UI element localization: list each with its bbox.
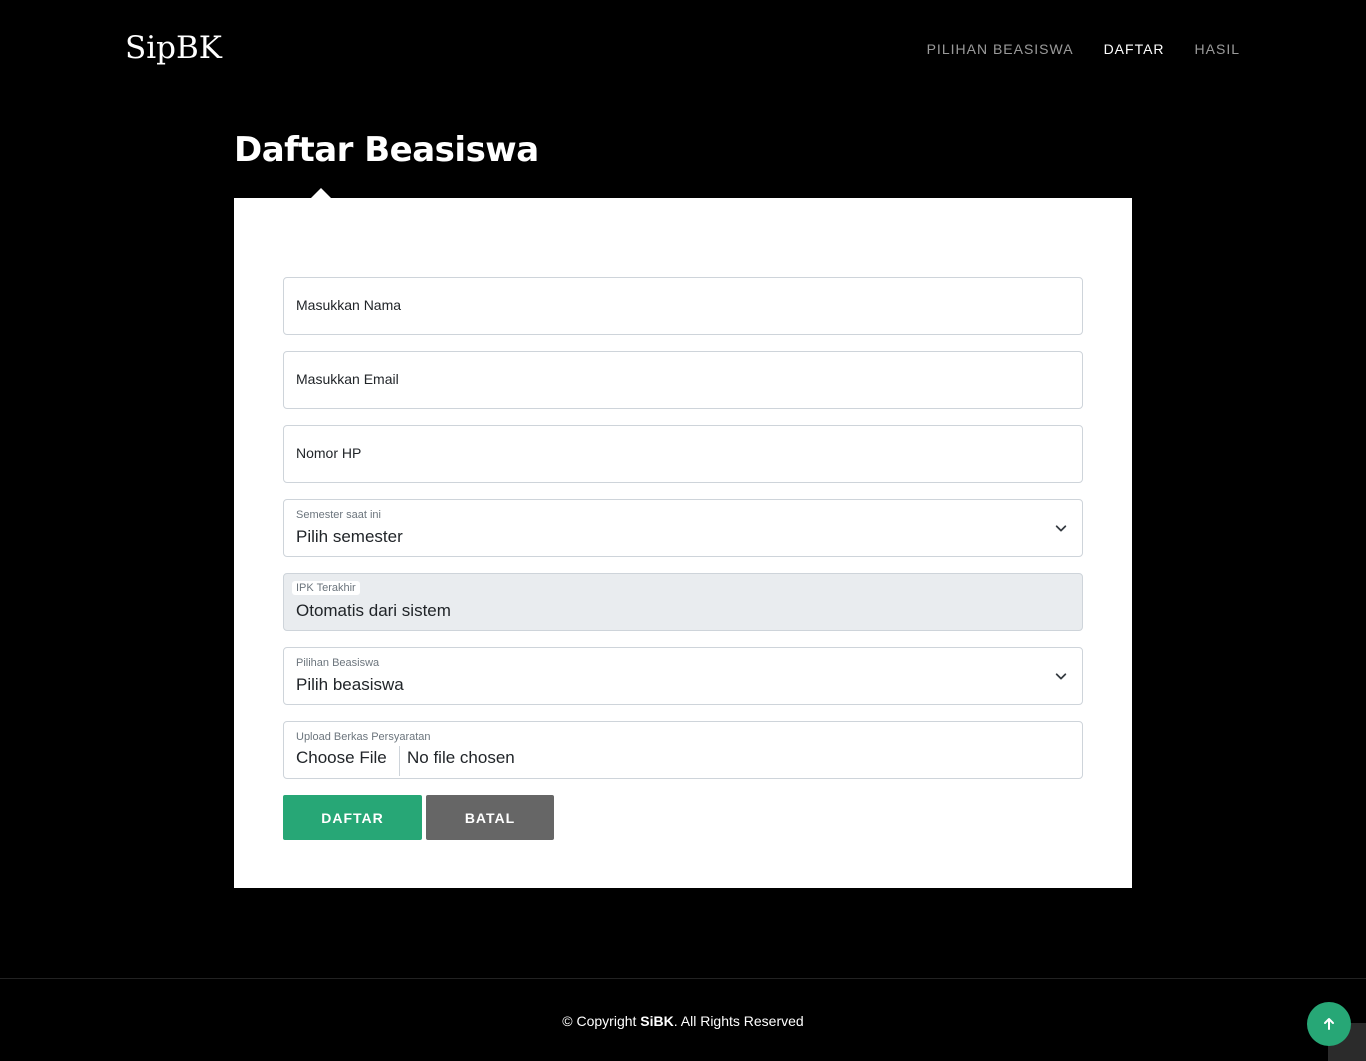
name-placeholder: Masukkan Nama <box>296 297 402 313</box>
scholarship-label: Pilihan Beasiswa <box>296 657 380 669</box>
nav-item-daftar[interactable]: DAFTAR <box>1104 41 1165 57</box>
chevron-down-icon <box>1055 525 1067 532</box>
copyright-suffix: . All Rights Reserved <box>673 1013 804 1029</box>
email-placeholder: Masukkan Email <box>296 371 399 387</box>
semester-value: Pilih semester <box>296 527 403 546</box>
ipk-label: IPK Terakhir <box>292 581 360 595</box>
semester-label: Semester saat ini <box>296 509 381 521</box>
page-title: Daftar Beasiswa <box>234 130 539 170</box>
copyright-prefix: © Copyright <box>562 1013 641 1029</box>
phone-field[interactable]: Nomor HP <box>283 425 1083 483</box>
semester-select[interactable]: Semester saat ini Pilih semester <box>283 499 1083 557</box>
site-logo[interactable]: SipBK <box>125 30 222 66</box>
back-to-top-button[interactable] <box>1307 1002 1351 1046</box>
card-notch <box>311 188 331 198</box>
copyright-brand: SiBK <box>640 1013 674 1029</box>
file-status: No file chosen <box>407 748 515 767</box>
upload-field: Upload Berkas Persyaratan Choose File No… <box>283 721 1083 779</box>
ipk-field: IPK Terakhir Otomatis dari sistem <box>283 573 1083 631</box>
ipk-value: Otomatis dari sistem <box>296 601 451 620</box>
submit-button[interactable]: DAFTAR <box>283 795 422 840</box>
copyright-text: © Copyright SiBK. All Rights Reserved <box>0 1013 1366 1029</box>
upload-label: Upload Berkas Persyaratan <box>296 731 431 743</box>
chevron-down-icon <box>1055 673 1067 680</box>
email-field[interactable]: Masukkan Email <box>283 351 1083 409</box>
arrow-up-icon <box>1324 1018 1334 1030</box>
scholarship-value: Pilih beasiswa <box>296 675 404 694</box>
name-field[interactable]: Masukkan Nama <box>283 277 1083 335</box>
registration-form: Masukkan Nama Masukkan Email Nomor HP Se… <box>234 198 1132 888</box>
scholarship-select[interactable]: Pilihan Beasiswa Pilih beasiswa <box>283 647 1083 705</box>
nav-item-hasil[interactable]: HASIL <box>1195 41 1240 57</box>
phone-placeholder: Nomor HP <box>296 445 362 461</box>
site-footer: © Copyright SiBK. All Rights Reserved <box>0 978 1366 1061</box>
nav-item-pilihan-beasiswa[interactable]: PILIHAN BEASISWA <box>927 41 1074 57</box>
site-header: SipBK PILIHAN BEASISWA DAFTAR HASIL <box>0 0 1366 98</box>
choose-file-button[interactable]: Choose File <box>296 746 400 776</box>
cancel-button[interactable]: BATAL <box>426 795 554 840</box>
main-nav: PILIHAN BEASISWA DAFTAR HASIL <box>897 41 1240 57</box>
